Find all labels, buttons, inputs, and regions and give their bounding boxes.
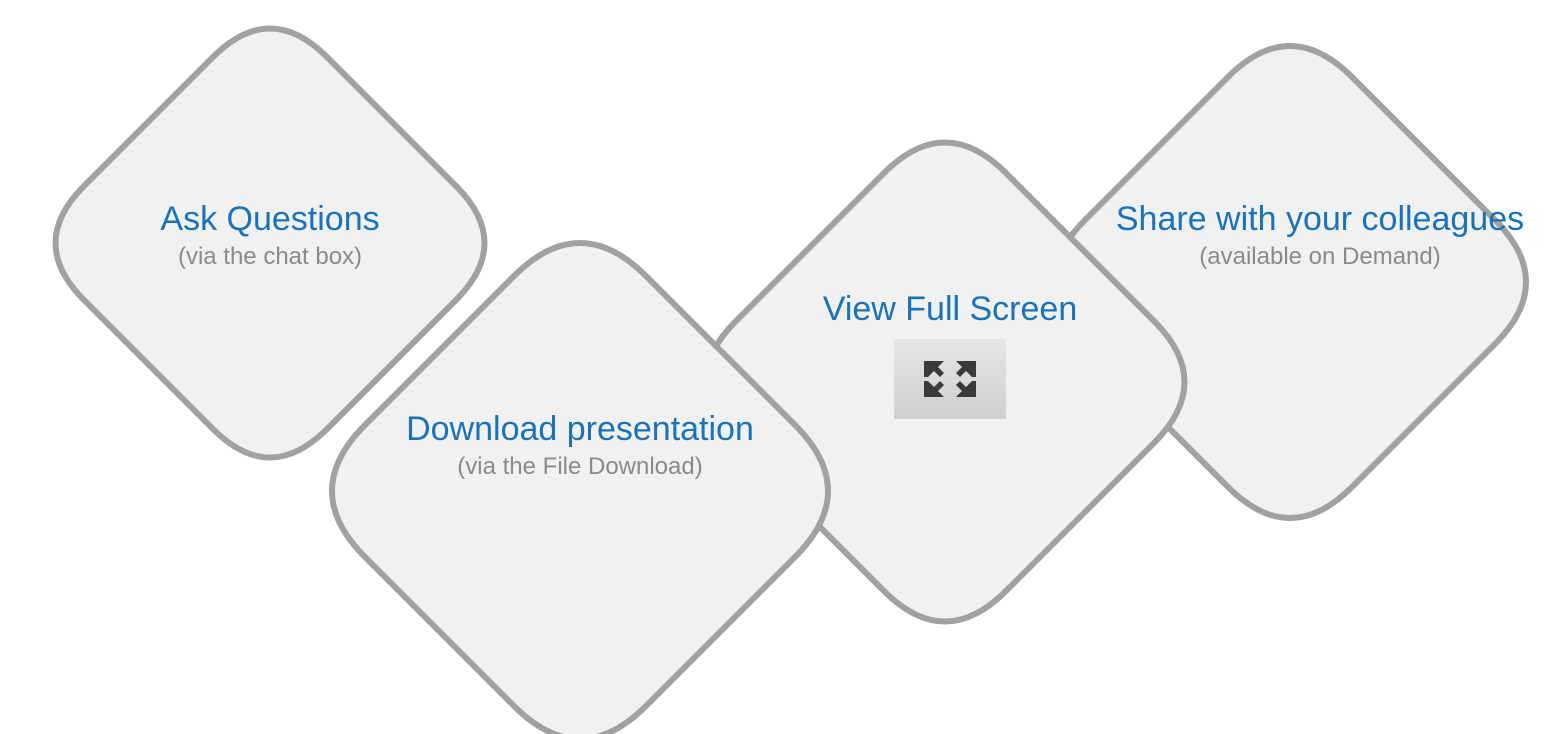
view-full-screen-label: View Full Screen (820, 290, 1080, 420)
fullscreen-icon (894, 339, 1006, 420)
download-title: Download presentation (406, 410, 754, 448)
view-full-screen-title: View Full Screen (822, 290, 1078, 328)
share-label: Share with your colleagues (available on… (1110, 200, 1530, 271)
diagram-canvas (52, 25, 1529, 734)
share-subtitle: (available on Demand) (1199, 243, 1441, 271)
download-label: Download presentation (via the File Down… (370, 410, 790, 481)
ask-questions-subtitle: (via the chat box) (177, 243, 363, 271)
share-title: Share with your colleagues (1115, 200, 1525, 238)
ask-questions-label: Ask Questions (via the chat box) (95, 200, 445, 271)
download-subtitle: (via the File Download) (457, 453, 703, 481)
ask-questions-title: Ask Questions (160, 200, 380, 238)
